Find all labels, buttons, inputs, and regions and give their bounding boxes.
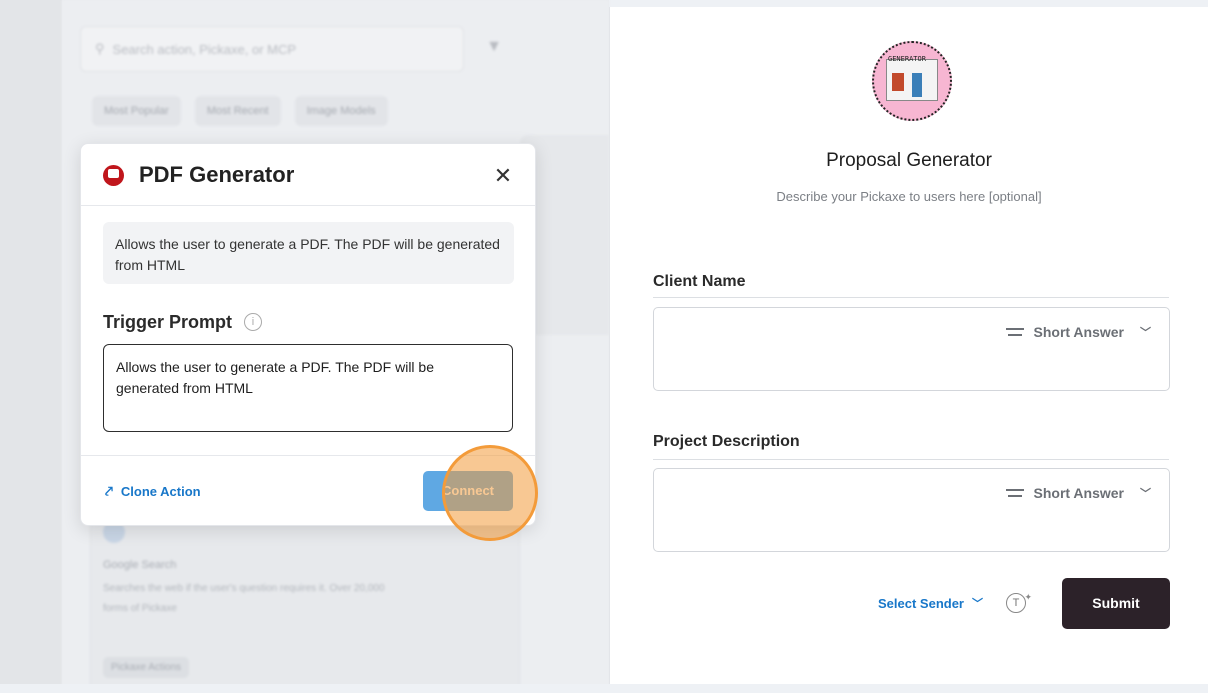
field-type-select[interactable]: Short Answer ﹀ <box>1005 324 1151 340</box>
search-bar-blurred: ⚲ Search action, Pickaxe, or MCP <box>80 26 464 72</box>
short-answer-icon <box>1005 327 1024 337</box>
chip-most-popular: Most Popular <box>92 96 181 126</box>
search-placeholder: Search action, Pickaxe, or MCP <box>112 41 297 57</box>
submit-button[interactable]: Submit <box>1062 578 1170 629</box>
search-icon: ⚲ <box>95 41 105 56</box>
field-label-project-description: Project Description <box>653 433 800 450</box>
avatar-figure-blue <box>912 73 922 97</box>
click-highlight-marker <box>442 445 538 541</box>
form-description: Describe your Pickaxe to users here [opt… <box>776 189 1042 204</box>
chevron-down-icon: ﹀ <box>1140 327 1151 339</box>
form-preview-panel: GENERATOR Proposal Generator Describe yo… <box>609 7 1208 684</box>
trigger-prompt-label: Trigger Prompt <box>103 312 233 332</box>
pdf-icon <box>103 165 124 186</box>
field-type-select[interactable]: Short Answer ﹀ <box>1005 485 1151 501</box>
chevron-down-icon: ﹀ <box>1140 488 1151 500</box>
clone-action-label: Clone Action <box>120 484 201 499</box>
project-description-field[interactable]: Short Answer ﹀ <box>653 468 1170 552</box>
pickaxe-avatar: GENERATOR <box>872 41 952 121</box>
sparkle-icon: ✦ <box>1024 592 1032 602</box>
action-description: Allows the user to generate a PDF. The P… <box>103 222 514 284</box>
clone-icon: ⤤ <box>105 483 113 499</box>
field-type-label: Short Answer <box>1033 485 1125 501</box>
chip-most-recent: Most Recent <box>194 96 281 126</box>
field-divider <box>653 297 1169 298</box>
field-label-client-name: Client Name <box>653 273 746 290</box>
card-title: Google Search <box>103 559 177 571</box>
text-format-icon[interactable]: T ✦ <box>1006 592 1032 613</box>
filter-chips: Most Popular Most Recent Image Models <box>92 96 388 126</box>
field-type-label: Short Answer <box>1033 324 1125 340</box>
left-sidebar-strip <box>0 0 62 693</box>
card-badge: Pickaxe Actions <box>103 657 190 678</box>
google-search-card-blurred: Google Search Searches the web if the us… <box>90 520 520 693</box>
form-title: Proposal Generator <box>826 150 992 171</box>
select-sender-dropdown[interactable]: Select Sender ﹀ <box>878 595 983 611</box>
close-button[interactable]: ✕ <box>489 162 517 190</box>
chip-image-models: Image Models <box>294 96 388 126</box>
avatar-figure-red <box>892 73 904 91</box>
avatar-sign-text: GENERATOR <box>888 55 926 63</box>
info-icon[interactable]: i <box>244 313 262 331</box>
short-answer-icon <box>1005 488 1024 498</box>
modal-header: PDF Generator ✕ <box>81 144 535 206</box>
select-sender-label: Select Sender <box>878 595 964 611</box>
trigger-prompt-input[interactable]: Allows the user to generate a PDF. The P… <box>103 344 513 432</box>
clone-action-button[interactable]: ⤤ Clone Action <box>105 483 201 500</box>
field-divider <box>653 459 1169 460</box>
modal-title: PDF Generator <box>139 162 295 187</box>
bottom-bar <box>0 684 1208 693</box>
client-name-field[interactable]: Short Answer ﹀ <box>653 307 1170 391</box>
filter-icon: ▼ <box>486 38 502 55</box>
chevron-down-icon: ﹀ <box>972 598 983 610</box>
card-description: Searches the web if the user's question … <box>103 583 385 614</box>
